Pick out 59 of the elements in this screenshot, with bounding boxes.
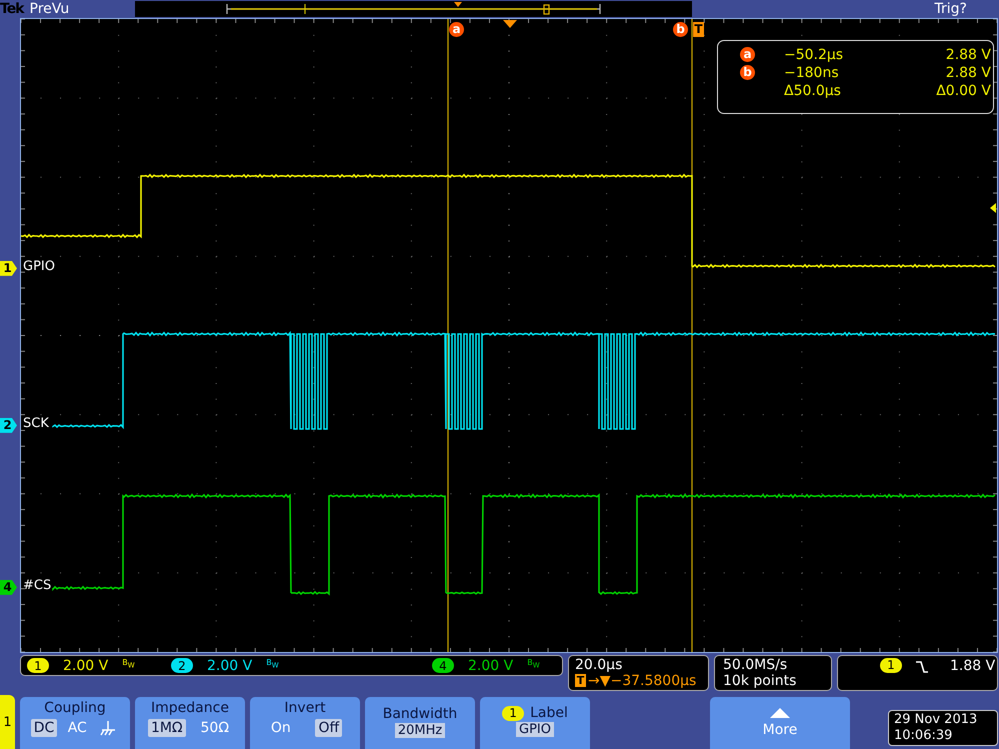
channel-marker[interactable]: 2 xyxy=(0,418,17,433)
trigger-mark: T xyxy=(575,674,586,688)
channel-badge[interactable]: 2 xyxy=(171,658,193,674)
menu-option[interactable]: 1MΩ xyxy=(148,719,186,737)
more-label: More xyxy=(762,722,798,738)
channel-marker[interactable]: 1 xyxy=(0,260,17,276)
menu-button-title: Coupling xyxy=(44,700,106,716)
cursor-time: −180ns xyxy=(783,64,840,81)
vertical-scale: 2.00 V xyxy=(468,658,514,674)
bandwidth-limit-mark: B$_{W}$ xyxy=(122,658,135,670)
bandwidth-limit-mark: B$_{W}$ xyxy=(527,658,540,670)
date-text: 29 Nov 2013 xyxy=(894,712,978,728)
menu-button-title: Invert xyxy=(284,700,326,716)
up-arrow-icon xyxy=(770,708,790,718)
menu-button-value: GPIO xyxy=(516,722,554,737)
trigger-source-badge: 1 xyxy=(880,658,902,673)
trigger-level: 1.88 V xyxy=(950,658,996,674)
menu-button[interactable]: Impedance 1MΩ 50Ω xyxy=(135,697,245,749)
vertical-scale: 2.00 V xyxy=(207,658,252,674)
menu-button[interactable]: Bandwidth 20MHz xyxy=(365,697,475,749)
menu-button[interactable]: Coupling DC AC xyxy=(20,697,130,749)
horizontal-delay: →▼−37.5800µs xyxy=(588,672,696,689)
trigger-position-icon xyxy=(503,20,517,28)
trigger-level-icon xyxy=(990,202,996,213)
channel-label: SCK xyxy=(23,416,49,431)
time-text: 10:06:39 xyxy=(894,728,954,744)
bandwidth-limit-mark: B$_{W}$ xyxy=(266,658,279,670)
cursor-voltage: 2.88 V xyxy=(944,64,991,81)
cursor-time: −50.2µs xyxy=(783,46,844,63)
record-length: 10k points xyxy=(723,672,798,689)
cursor-marker: b xyxy=(740,64,755,80)
channel-badge[interactable]: 1 xyxy=(27,658,49,674)
menu-button-title: Label xyxy=(530,705,568,721)
ground-icon xyxy=(100,720,116,736)
cursor-voltage: Δ0.00 V xyxy=(935,82,991,99)
trigger-slope-icon xyxy=(916,660,928,674)
channel-badge: 1 xyxy=(502,706,524,720)
menu-option[interactable]: Off xyxy=(315,719,342,737)
acquisition-mode: PreVu xyxy=(30,0,70,17)
vertical-scale: 2.00 V xyxy=(63,658,108,674)
cursor-voltage: 2.88 V xyxy=(944,46,991,63)
menu-button-value: 20MHz xyxy=(394,723,446,738)
trigger-status: Trig? xyxy=(934,0,967,17)
cursor-marker: a xyxy=(740,46,755,62)
menu-button-title: Impedance xyxy=(151,700,229,716)
channel-marker[interactable]: 4 xyxy=(0,580,17,595)
brand-logo: Tek xyxy=(0,0,24,17)
menu-button[interactable]: Invert On Off xyxy=(250,697,360,749)
menu-button[interactable]: 1 Label GPIO xyxy=(480,697,590,749)
cursor-time: Δ50.0µs xyxy=(783,82,842,99)
channel-badge[interactable]: 4 xyxy=(432,658,454,674)
trigger-marker: T xyxy=(693,22,704,37)
horizontal-scale: 20.0µs xyxy=(575,656,624,673)
channel-label: #CS xyxy=(23,578,52,593)
channel-tab[interactable]: 1 xyxy=(0,695,15,749)
sample-rate: 50.0MS/s xyxy=(723,656,788,673)
menu-option[interactable]: DC xyxy=(30,719,58,737)
menu-button-title: Bandwidth xyxy=(382,706,458,722)
channel-label: GPIO xyxy=(23,258,55,274)
